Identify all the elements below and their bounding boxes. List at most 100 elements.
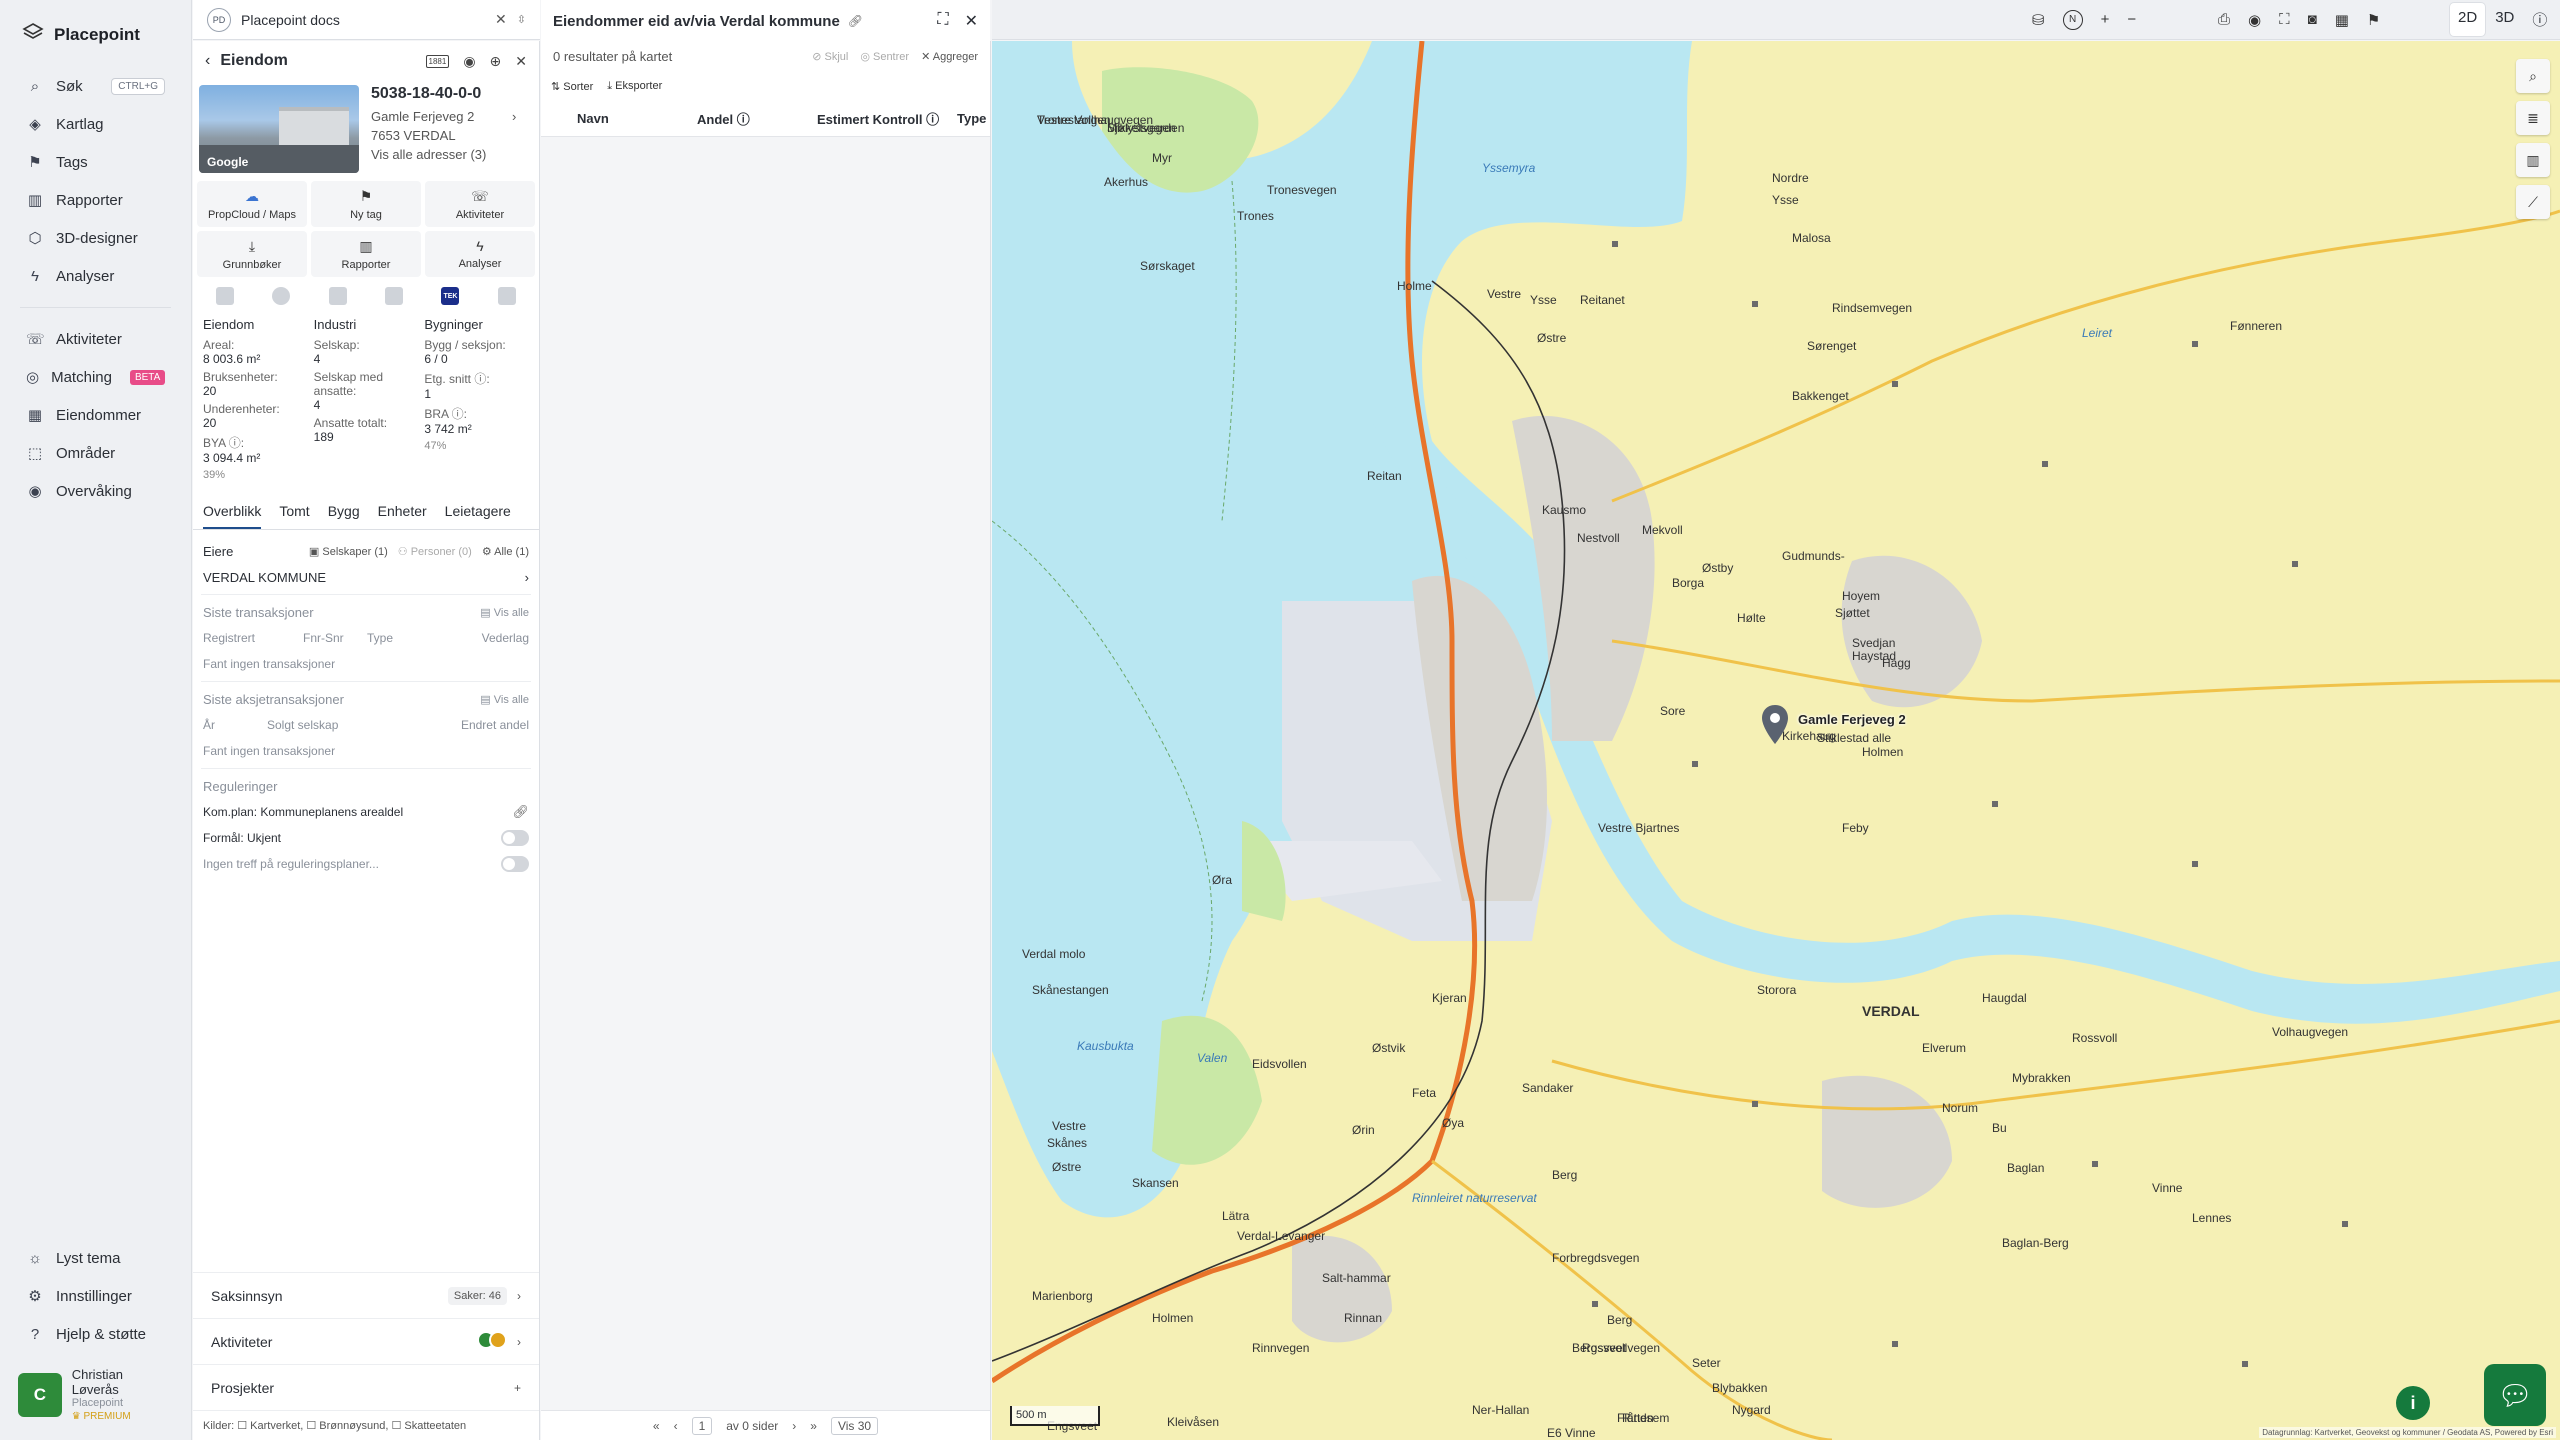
nav-aktiviteter[interactable]: ☏ Aktiviteter — [0, 320, 191, 358]
source-icon-2[interactable] — [272, 287, 291, 305]
regulation-kommuneplan[interactable]: Kom.plan: Kommuneplanens arealdel 🔗︎ — [201, 799, 531, 825]
aggregate-button[interactable]: ✕ Aggreger — [921, 50, 978, 63]
street-view-photo[interactable]: Google — [199, 85, 359, 173]
last-page-icon[interactable]: » — [810, 1419, 817, 1433]
nav-lyst-tema[interactable]: ☼ Lyst tema — [0, 1239, 191, 1277]
nav-kartlag[interactable]: ◈ Kartlag — [0, 105, 191, 143]
tab-enheter[interactable]: Enheter — [378, 495, 427, 529]
eye-icon[interactable]: ◉ — [463, 53, 475, 70]
source-icon-3[interactable] — [328, 287, 347, 305]
nav-hjelp[interactable]: ? Hjelp & støtte — [0, 1315, 191, 1353]
map-label: Rinnvegen — [1252, 1341, 1310, 1355]
close-icon[interactable]: ✕ — [965, 11, 978, 31]
nav-matching[interactable]: ◎ Matching BETA — [0, 358, 191, 396]
activities-button[interactable]: ☏ Aktiviteter — [425, 181, 535, 227]
show-all-link[interactable]: ▤ Vis alle — [480, 606, 529, 619]
measure-icon[interactable]: ⟋ — [2516, 185, 2550, 219]
source-icon-1[interactable] — [216, 287, 235, 305]
nav-rapporter[interactable]: ▥ Rapporter — [0, 181, 191, 219]
chevron-updown-icon[interactable]: ⇳ — [517, 13, 526, 26]
new-tag-button[interactable]: ⚑ Ny tag — [311, 181, 421, 227]
panel-footer: Saksinnsyn Saker: 46 › Aktiviteter › Pros… — [193, 1272, 539, 1440]
app-logo[interactable]: Placepoint — [0, 0, 191, 67]
back-icon[interactable]: ‹ — [205, 52, 210, 70]
info-button[interactable]: i — [2396, 1386, 2430, 1420]
chat-button[interactable]: 💬︎ — [2484, 1364, 2546, 1426]
saksinnsyn-row[interactable]: Saksinnsyn Saker: 46 › — [193, 1272, 539, 1318]
close-icon[interactable]: ✕ — [515, 53, 527, 70]
bookmark-icon[interactable]: ⚑ — [2367, 11, 2380, 29]
mode-2d[interactable]: 2D — [2450, 3, 2486, 36]
filter-companies[interactable]: ▣ Selskaper (1) — [309, 545, 388, 558]
col-andel[interactable]: Andel ⓘ — [697, 109, 750, 128]
tab-overblikk[interactable]: Overblikk — [203, 495, 262, 529]
reports-button[interactable]: ▥ Rapporter — [311, 231, 421, 277]
nav-overvaking[interactable]: ◉ Overvåking — [0, 472, 191, 510]
mode-3d[interactable]: 3D — [2487, 3, 2522, 36]
chart-icon[interactable]: ▥ — [2516, 143, 2550, 177]
center-button[interactable]: ◎ Sentrer — [860, 50, 909, 63]
plus-icon[interactable]: + — [514, 1381, 521, 1395]
compass-icon[interactable]: N — [2062, 9, 2083, 30]
hide-button[interactable]: ⊘ Skjul — [812, 50, 848, 63]
tek-source-icon[interactable]: TEK — [441, 287, 460, 305]
aktiviteter-row[interactable]: Aktiviteter › — [193, 1318, 539, 1364]
col-estimert-kontroll[interactable]: Estimert Kontroll ⓘ — [817, 109, 939, 128]
first-page-icon[interactable]: « — [653, 1419, 660, 1433]
source-icon-6[interactable] — [497, 287, 516, 305]
nav-sok[interactable]: ⌕ Søk CTRL+G — [0, 67, 191, 105]
map-attribution: Datagrunnlag: Kartverket, Geovekst og ko… — [2259, 1427, 2556, 1438]
all-addresses-link[interactable]: Vis alle adresser (3) — [371, 145, 516, 164]
info-icon[interactable]: ⓘ — [2524, 3, 2555, 36]
col-navn[interactable]: Navn — [577, 111, 609, 126]
sort-button[interactable]: ⇅ Sorter — [551, 80, 593, 93]
layers-stack-icon[interactable]: ≣ — [2516, 101, 2550, 135]
propcloud-button[interactable]: ☁ PropCloud / Maps — [197, 181, 307, 227]
register-icon[interactable]: 1881 — [425, 54, 450, 68]
camera-icon[interactable]: ◙ — [2308, 11, 2317, 28]
search-map-icon[interactable]: ⌕ — [2516, 59, 2550, 93]
nav-analyser[interactable]: ϟ Analyser — [0, 257, 191, 295]
layers-icon[interactable]: ⛁ — [2032, 11, 2045, 29]
formal-toggle[interactable] — [501, 830, 529, 846]
col-type[interactable]: Type — [957, 111, 986, 126]
nav-tags[interactable]: ⚑ Tags — [0, 143, 191, 181]
analyses-button[interactable]: ϟ Analyser — [425, 231, 535, 277]
grid-icon[interactable]: ▦ — [2335, 11, 2349, 29]
link-icon[interactable]: 🔗︎ — [512, 804, 529, 820]
export-button[interactable]: ⤓ Eksporter — [607, 80, 662, 93]
tab-tomt[interactable]: Tomt — [279, 495, 309, 529]
expand-icon[interactable]: ⛶ — [937, 11, 948, 31]
docs-title[interactable]: Placepoint docs — [241, 12, 340, 28]
per-page-select[interactable]: Vis 30 — [830, 1416, 879, 1435]
link-icon[interactable]: 🔗︎ — [848, 14, 863, 28]
print-icon[interactable]: ⎙ — [2218, 11, 2230, 28]
filter-persons[interactable]: ⚇ Personer (0) — [398, 545, 472, 558]
property-address[interactable]: Gamle Ferjeveg 2 › — [371, 107, 516, 126]
fullscreen-icon[interactable]: ⛶ — [2279, 11, 2290, 28]
prev-page-icon[interactable]: ‹ — [674, 1419, 678, 1433]
zoom-out-icon[interactable]: − — [2127, 11, 2136, 28]
add-icon[interactable]: ⊕ — [490, 53, 502, 70]
nav-innstillinger[interactable]: ⚙ Innstillinger — [0, 1277, 191, 1315]
map-canvas[interactable]: Tronestangen Mikkelsgarden Myr Akerhus Trone… — [992, 41, 2560, 1440]
prosjekter-row[interactable]: Prosjekter + — [193, 1364, 539, 1410]
next-page-icon[interactable]: › — [792, 1419, 796, 1433]
tab-leietagere[interactable]: Leietagere — [445, 495, 511, 529]
source-icon-4[interactable] — [385, 287, 404, 305]
tab-bygg[interactable]: Bygg — [328, 495, 360, 529]
user-profile[interactable]: C Christian Løverås Placepoint ♛ PREMIUM — [0, 1353, 191, 1440]
nav-eiendommer[interactable]: ▦ Eiendommer — [0, 396, 191, 434]
zoom-in-icon[interactable]: + — [2101, 11, 2110, 28]
map-label: Øra — [1212, 873, 1233, 887]
grunnboker-button[interactable]: ⤓ Grunnbøker — [197, 231, 307, 277]
close-icon[interactable]: ✕ — [495, 11, 507, 28]
eye-icon[interactable]: ◉ — [2248, 11, 2261, 29]
page-input[interactable]: 1 — [691, 1416, 713, 1435]
nav-omrader[interactable]: ⬚ Områder — [0, 434, 191, 472]
show-all-link[interactable]: ▤ Vis alle — [480, 693, 529, 706]
nav-3d-designer[interactable]: ⬡ 3D-designer — [0, 219, 191, 257]
plans-toggle[interactable] — [501, 856, 529, 872]
owner-row[interactable]: VERDAL KOMMUNE › — [201, 564, 531, 590]
filter-all[interactable]: ⚙ Alle (1) — [482, 545, 529, 558]
